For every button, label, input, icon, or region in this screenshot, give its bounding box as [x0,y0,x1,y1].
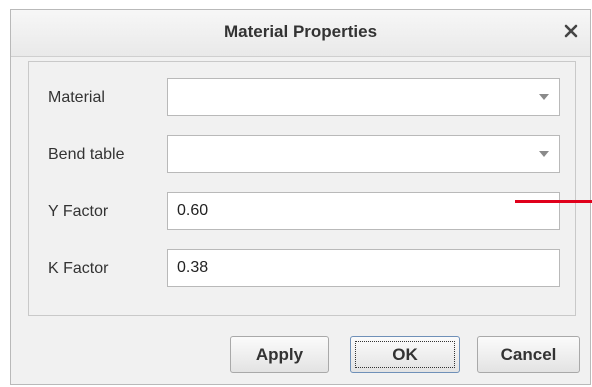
dialog-title: Material Properties [223,22,378,41]
bend-table-row: Bend table [29,135,575,175]
chevron-down-icon[interactable] [529,79,559,115]
bend-table-label: Bend table [48,146,125,163]
apply-button[interactable]: Apply [230,336,329,373]
ok-button[interactable]: OK [350,336,460,373]
k-factor-input[interactable] [167,249,560,287]
annotation-pointer-line [515,200,592,203]
material-label: Material [48,89,105,106]
y-factor-label: Y Factor [48,203,109,220]
ok-button-label: OK [392,344,418,364]
k-factor-row: K Factor [29,249,575,289]
material-row: Material [29,78,575,118]
y-factor-row: Y Factor [29,192,575,232]
material-select[interactable] [167,78,560,116]
chevron-down-icon[interactable] [529,136,559,172]
bend-table-select[interactable] [167,135,560,173]
material-properties-dialog: Material Properties Material Bend table [10,9,591,385]
k-factor-label: K Factor [48,260,109,277]
properties-group: Material Bend table Y Factor K Factor [28,61,576,316]
cancel-button[interactable]: Cancel [477,336,580,373]
close-icon[interactable] [560,20,582,42]
y-factor-input[interactable] [167,192,560,230]
dialog-titlebar[interactable]: Material Properties [11,10,590,57]
